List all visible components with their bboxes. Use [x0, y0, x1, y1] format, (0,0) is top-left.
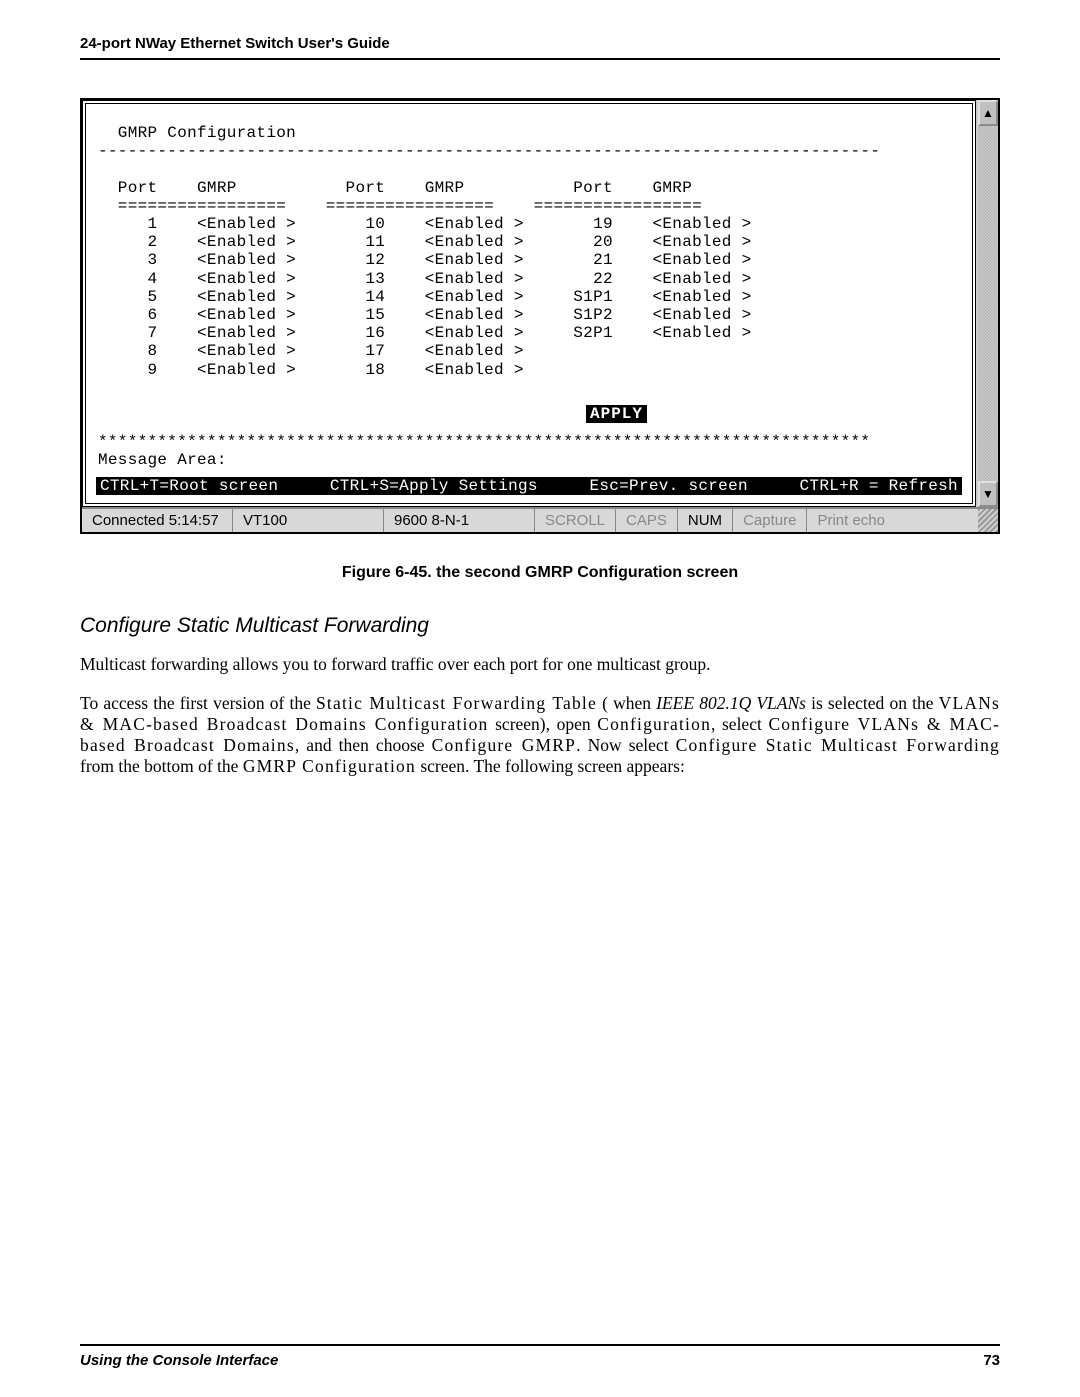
terminal-window: GMRP Configuration ---------------------… [80, 98, 1000, 534]
hint-refresh: CTRL+R = Refresh [800, 477, 958, 495]
figure-caption: Figure 6-45. the second GMRP Configurati… [80, 564, 1000, 582]
p2-menu: Configure GMRP [432, 735, 576, 755]
status-print-echo: Print echo [807, 509, 978, 532]
p2-text: from the bottom of the [80, 756, 243, 776]
p2-text: is selected on the [806, 693, 939, 713]
p2-text: , and then choose [295, 735, 432, 755]
paragraph-instructions: To access the first version of the Stati… [80, 693, 1000, 777]
hint-root: CTRL+T=Root screen [100, 477, 278, 495]
footer-section: Using the Console Interface [80, 1352, 278, 1369]
terminal-screen: GMRP Configuration ---------------------… [82, 100, 976, 507]
p2-text: To access the first version of the [80, 693, 316, 713]
status-num: NUM [678, 509, 733, 532]
status-emulation: VT100 [233, 509, 384, 532]
hint-prev: Esc=Prev. screen [589, 477, 747, 495]
status-connected: Connected 5:14:57 [82, 509, 233, 532]
status-serial: 9600 8-N-1 [384, 509, 535, 532]
apply-button[interactable]: APPLY [586, 405, 647, 423]
status-caps: CAPS [616, 509, 678, 532]
p2-menu: Configuration [597, 714, 711, 734]
section-heading: Configure Static Multicast Forwarding [80, 614, 1000, 638]
scroll-up-arrow-icon[interactable]: ▲ [978, 100, 998, 126]
scroll-down-arrow-icon[interactable]: ▼ [978, 481, 998, 507]
scroll-track[interactable] [978, 126, 998, 481]
p2-menu: Configure Static Multicast Forwarding [676, 735, 1000, 755]
terminal-footer-text: ****************************************… [86, 433, 972, 475]
document-page: 24-port NWay Ethernet Switch User's Guid… [0, 0, 1080, 1397]
running-footer: Using the Console Interface 73 [80, 1344, 1000, 1369]
hint-apply: CTRL+S=Apply Settings [330, 477, 538, 495]
p2-emphasis: IEEE 802.1Q VLANs [656, 693, 806, 713]
status-scroll: SCROLL [535, 509, 616, 532]
p2-menu: Static Multicast Forwarding Table [316, 693, 597, 713]
p2-text: , select [711, 714, 768, 734]
resize-grip-icon[interactable] [978, 509, 998, 532]
vertical-scrollbar[interactable]: ▲ ▼ [976, 100, 998, 507]
p2-text: screen. The following screen appears: [416, 756, 685, 776]
paragraph-intro: Multicast forwarding allows you to forwa… [80, 654, 1000, 675]
p2-text: . Now select [576, 735, 676, 755]
p2-text: when [608, 693, 656, 713]
p2-menu: GMRP Configuration [243, 756, 416, 776]
running-header: 24-port NWay Ethernet Switch User's Guid… [80, 35, 1000, 60]
status-capture: Capture [733, 509, 807, 532]
status-bar: Connected 5:14:57 VT100 9600 8-N-1 SCROL… [82, 507, 998, 532]
terminal-text: GMRP Configuration ---------------------… [86, 104, 972, 385]
shortcut-hints-bar: CTRL+T=Root screen CTRL+S=Apply Settings… [96, 477, 962, 495]
p2-text: screen), open [489, 714, 598, 734]
page-number: 73 [983, 1352, 1000, 1369]
